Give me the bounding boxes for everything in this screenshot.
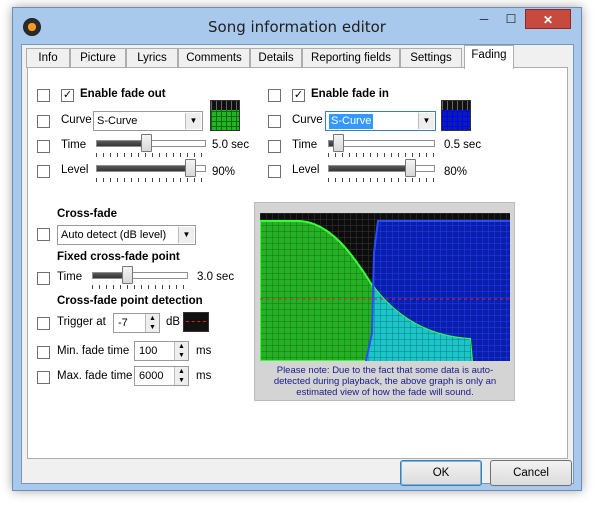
fade-out-time-slider[interactable] [96,134,206,158]
enable-fade-in-checkbox[interactable]: ✓ [292,89,305,102]
enable-fade-in-label: Enable fade in [311,88,389,100]
slider-thumb[interactable] [405,159,416,177]
fade-out-level-checkbox[interactable] [37,165,50,178]
enable-fade-out-checkbox[interactable]: ✓ [61,89,74,102]
cross-fade-checkbox[interactable] [37,228,50,241]
fade-out-level-label: Level [61,164,89,176]
slider-thumb[interactable] [333,134,344,152]
tab-fading[interactable]: Fading [464,45,514,69]
tab-details[interactable]: Details [250,48,302,68]
fade-out-curve-select[interactable]: S-Curve ▼ [93,111,203,131]
fade-in-level-slider[interactable] [328,159,435,183]
trigger-spinner[interactable]: -7 ▲ ▼ [113,313,160,333]
fade-in-curve-preview [441,100,471,131]
fade-out-curve-value: S-Curve [97,115,138,127]
min-fade-checkbox[interactable] [37,346,50,359]
cross-fade-mode-select[interactable]: Auto detect (dB level) ▼ [57,225,196,245]
trigger-label: Trigger at [57,316,106,328]
fixed-time-checkbox[interactable] [37,272,50,285]
fade-in-time-label: Time [292,139,318,151]
min-fade-spinner[interactable]: 100 ▲ ▼ [134,341,189,361]
fade-out-curve-checkbox[interactable] [37,115,50,128]
fading-panel: ✓ Enable fade out Curve S-Curve ▼ Time 5… [27,67,568,459]
fixed-time-slider[interactable] [92,266,188,290]
chevron-down-icon[interactable]: ▼ [185,113,201,129]
fade-in-level-label: Level [292,164,320,176]
fade-in-lock-checkbox[interactable] [268,89,281,102]
fade-out-level-value: 90% [212,166,236,178]
enable-fade-out-label: Enable fade out [80,88,166,100]
maximize-button[interactable]: ☐ [498,9,524,29]
fade-in-curve-label: Curve [292,114,323,126]
max-fade-label: Max. fade time [57,370,133,382]
fixed-time-label: Time [57,271,83,283]
title-bar[interactable]: Song information editor ─ ☐ ✕ [13,8,581,44]
max-fade-value: 6000 [139,370,164,382]
fade-out-curve-preview [210,100,240,131]
fade-curve-svg [260,213,510,361]
fade-in-level-value: 80% [444,166,468,178]
trigger-checkbox[interactable] [37,317,50,330]
fade-out-lock-checkbox[interactable] [37,89,50,102]
spin-arrows-icon[interactable]: ▲ ▼ [145,314,159,332]
fade-out-level-slider[interactable] [96,159,206,183]
fade-in-time-checkbox[interactable] [268,140,281,153]
fade-out-time-checkbox[interactable] [37,140,50,153]
tab-info[interactable]: Info [26,48,70,68]
cross-fade-mode-value: Auto detect (dB level) [61,229,167,241]
tab-settings[interactable]: Settings [400,48,462,68]
slider-thumb[interactable] [122,266,133,284]
close-button[interactable]: ✕ [525,9,571,29]
max-fade-unit: ms [196,370,212,382]
fade-in-curve-value: S-Curve [329,114,374,129]
min-fade-label: Min. fade time [57,345,130,357]
cancel-button[interactable]: Cancel [490,460,572,486]
trigger-value: -7 [118,317,128,329]
tab-reporting-fields[interactable]: Reporting fields [302,48,400,68]
cross-fade-heading: Cross-fade [57,208,118,220]
chevron-down-icon[interactable]: ▼ [178,227,194,243]
threshold-preview [183,312,209,332]
ok-button[interactable]: OK [400,460,482,486]
tab-comments[interactable]: Comments [178,48,250,68]
fade-in-level-checkbox[interactable] [268,165,281,178]
chevron-down-icon[interactable]: ▼ [418,113,434,129]
tab-picture[interactable]: Picture [70,48,126,68]
max-fade-checkbox[interactable] [37,371,50,384]
spin-arrows-icon[interactable]: ▲ ▼ [174,367,188,385]
max-fade-spinner[interactable]: 6000 ▲ ▼ [134,366,189,386]
fade-in-curve-select[interactable]: S-Curve ▼ [325,111,436,131]
song-info-editor-window: Song information editor ─ ☐ ✕ Info Pictu… [12,7,582,491]
fade-out-time-value: 5.0 sec [212,139,250,151]
trigger-unit: dB [166,316,181,328]
spin-arrows-icon[interactable]: ▲ ▼ [174,342,188,360]
fade-in-curve-checkbox[interactable] [268,115,281,128]
tab-strip: Info Picture Lyrics Comments Details Rep… [26,45,571,69]
fade-out-time-label: Time [61,139,87,151]
fade-in-time-slider[interactable] [328,134,435,158]
fade-in-time-value: 0.5 sec [444,139,482,151]
fade-preview-graph: Please note: Due to the fact that some d… [254,202,515,401]
min-fade-value: 100 [139,345,158,357]
dialog-client-area: Info Picture Lyrics Comments Details Rep… [21,44,574,486]
graph-note: Please note: Due to the fact that some d… [273,365,497,398]
tab-lyrics[interactable]: Lyrics [126,48,178,68]
fixed-time-value: 3.0 sec [197,271,235,283]
slider-thumb[interactable] [141,134,152,152]
min-fade-unit: ms [196,345,212,357]
fade-out-curve-label: Curve [61,114,92,126]
slider-thumb[interactable] [185,159,196,177]
cross-fade-detection-heading: Cross-fade point detection [57,295,203,307]
minimize-button[interactable]: ─ [471,9,497,29]
fixed-cross-fade-heading: Fixed cross-fade point [57,251,180,263]
